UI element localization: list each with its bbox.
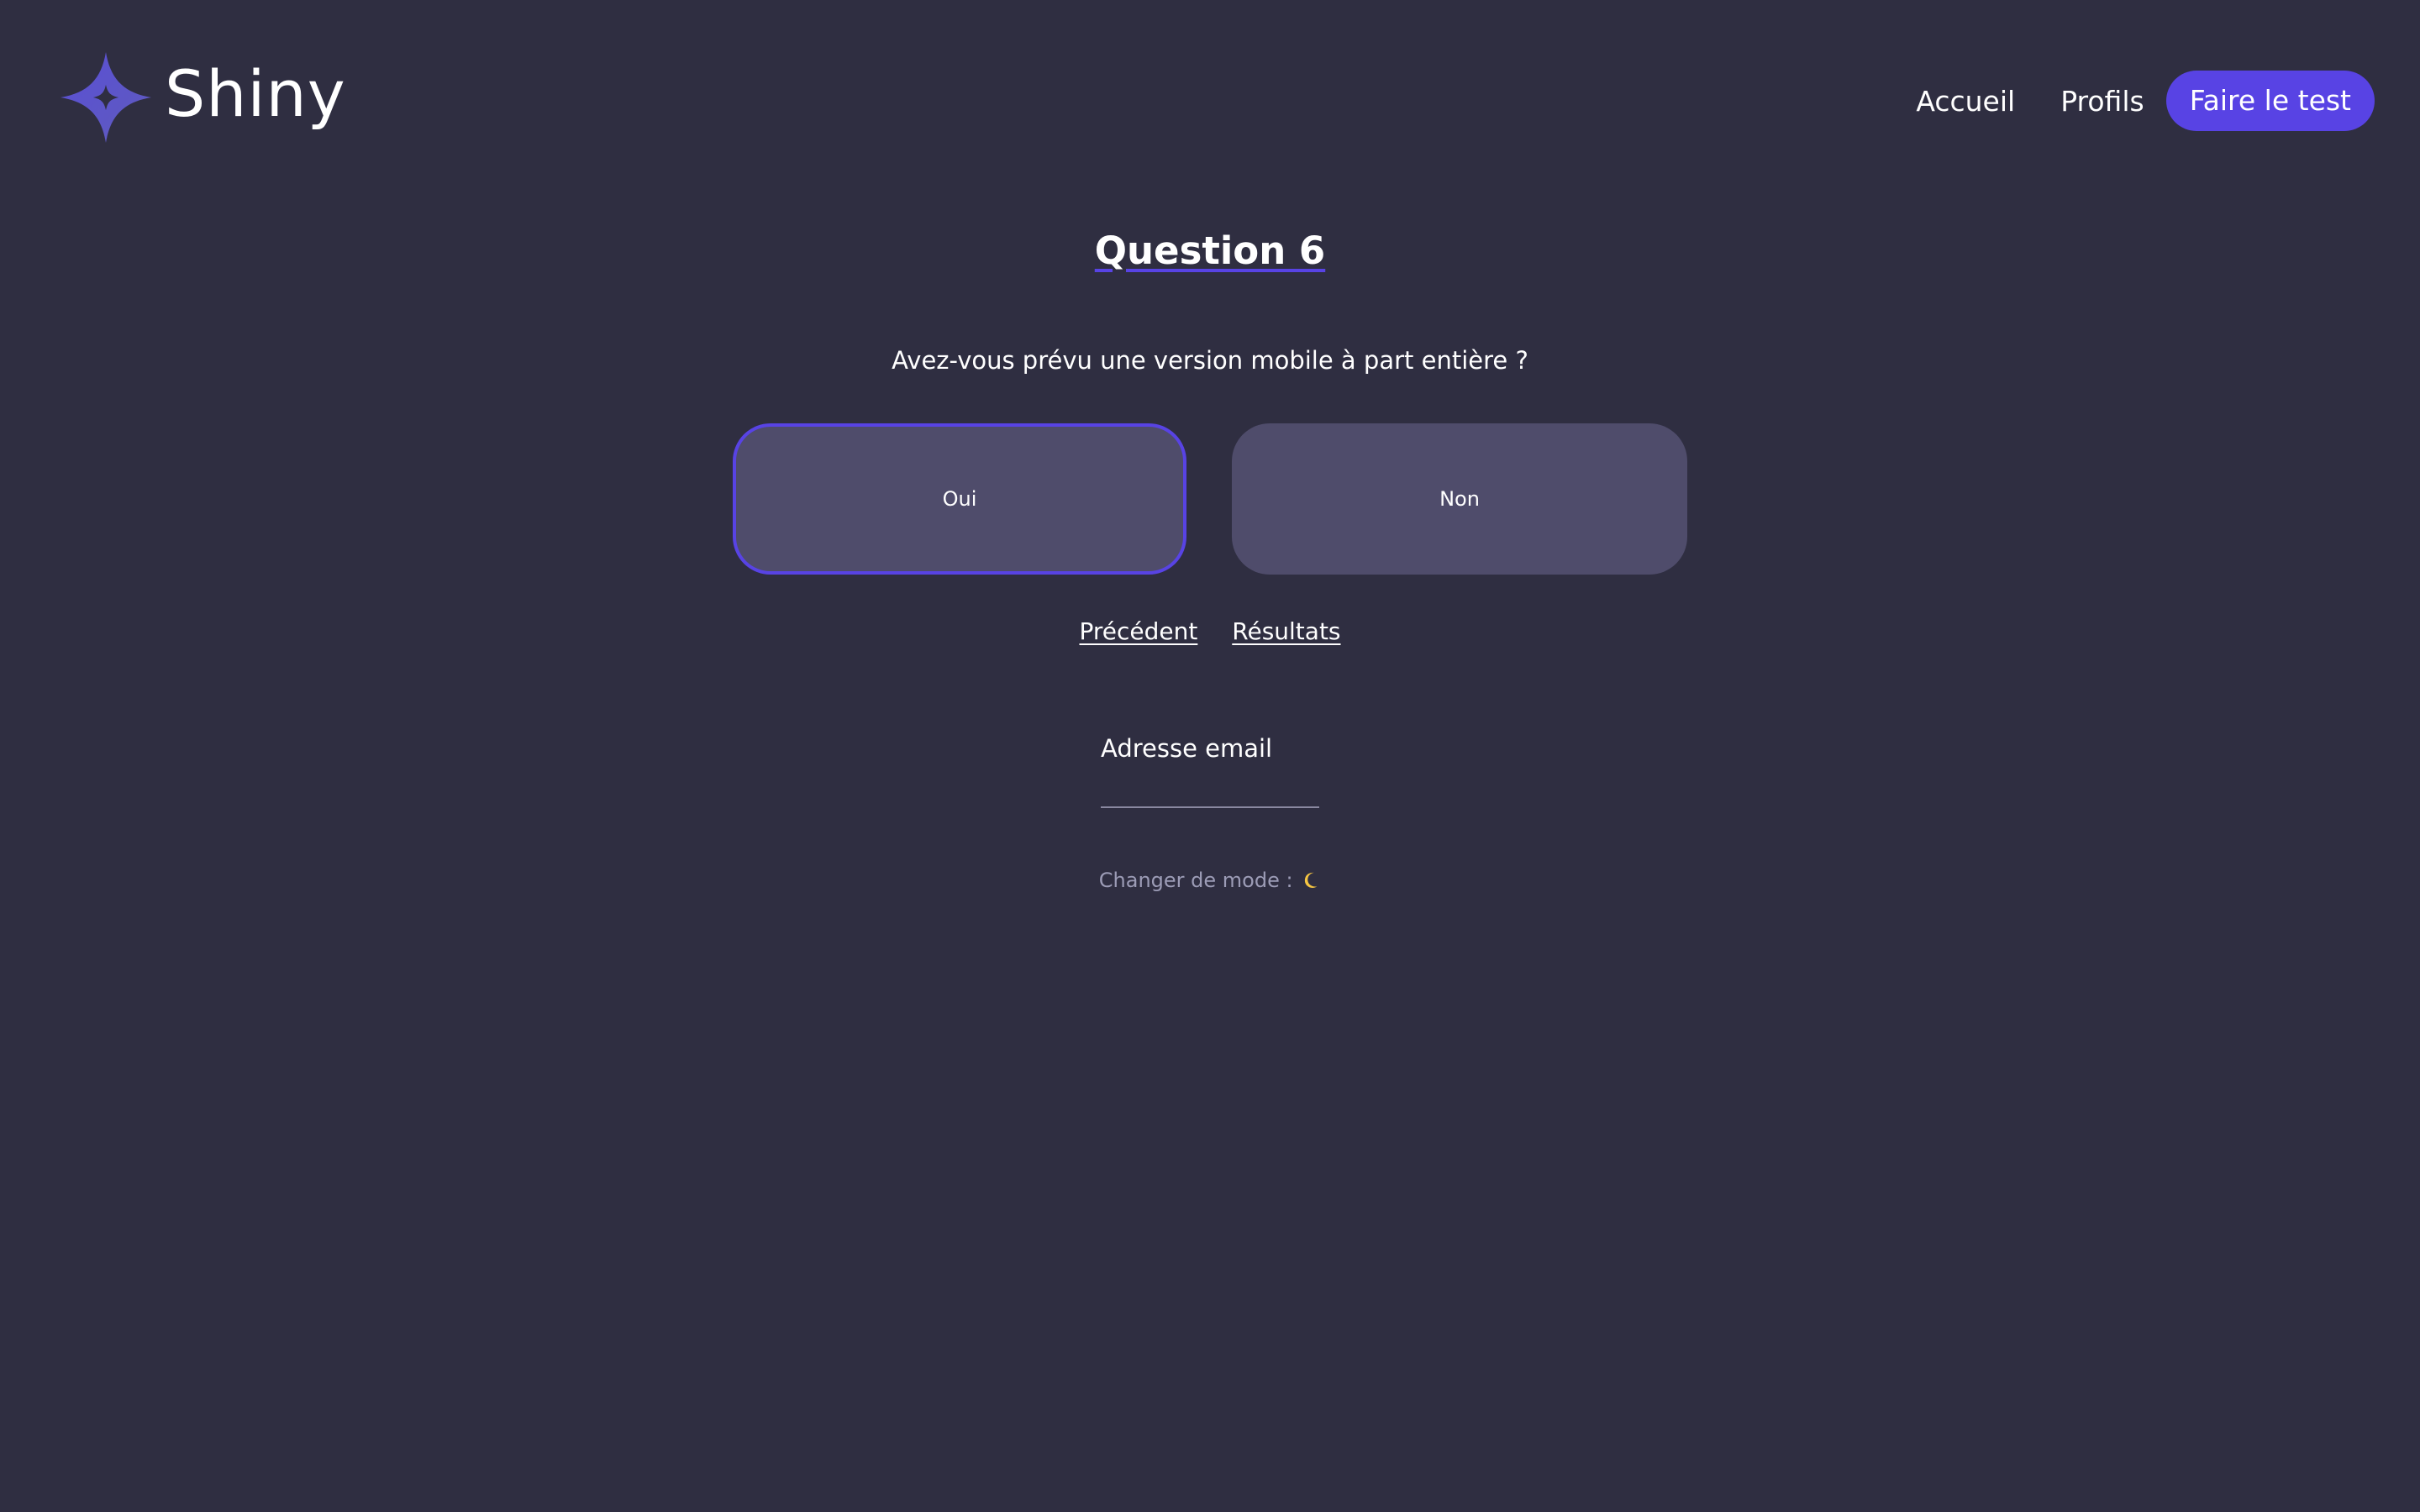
header: Shiny Accueil Profils Faire le test [0,0,2420,202]
mode-label: Changer de mode : [1098,869,1300,892]
logo-text: Shiny [165,55,346,131]
mode-toggle[interactable]: Changer de mode : [1099,869,1321,892]
question-navigation: Précédent Résultats [0,617,2420,645]
question-title-text: Question 6 [1094,228,1326,273]
previous-link[interactable]: Précédent [1079,617,1197,645]
answer-options: Oui Non [733,423,1687,575]
question-title: Question 6 [0,228,2420,273]
nav-home-link[interactable]: Accueil [1916,85,2015,118]
mode-switch: Changer de mode : [0,869,2420,892]
email-label: Adresse email [1101,734,1273,763]
moon-icon [1305,872,1318,888]
email-form: Adresse email [1101,734,1319,808]
main-nav: Accueil Profils Faire le test [1916,71,2375,131]
answer-yes-label: Oui [942,487,977,511]
results-link[interactable]: Résultats [1232,617,1340,645]
take-test-button[interactable]: Faire le test [2165,71,2375,131]
page: Shiny Accueil Profils Faire le test Ques… [0,0,2420,1512]
answer-yes-button[interactable]: Oui [733,423,1186,575]
logo-link[interactable]: Shiny [60,52,346,143]
answer-no-button[interactable]: Non [1232,423,1687,575]
answer-no-label: Non [1439,487,1480,511]
question-text: Avez-vous prévu une version mobile à par… [892,346,1528,375]
nav-profiles-link[interactable]: Profils [2060,85,2144,118]
sparkle-star-icon [60,52,151,143]
email-input[interactable] [1101,774,1319,808]
